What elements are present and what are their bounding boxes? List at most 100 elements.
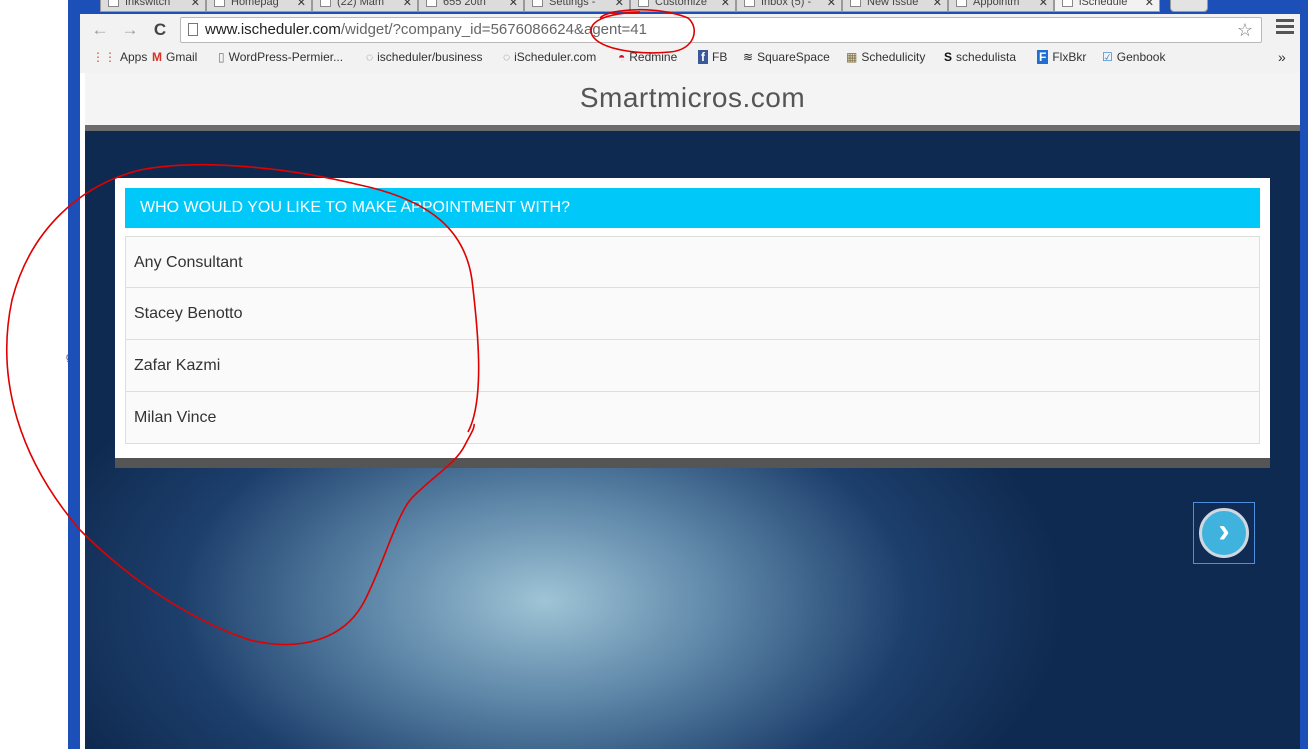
address-bar[interactable]: www.ischeduler.com/widget/?company_id=56… — [180, 17, 1262, 43]
bookmark-flxbkr[interactable]: F FlxBkr — [1037, 50, 1086, 64]
consultant-option[interactable]: Zafar Kazmi — [125, 340, 1260, 392]
tab-favicon-icon — [426, 0, 437, 7]
tab-close-icon[interactable]: ✕ — [403, 0, 412, 9]
browser-tab[interactable]: Homepag ✕ — [206, 0, 312, 12]
back-arrow-icon[interactable]: ← — [90, 20, 110, 40]
tab-close-icon[interactable]: ✕ — [933, 0, 942, 9]
bookmark-label: SquareSpace — [757, 50, 830, 64]
bookmark-label: Gmail — [166, 50, 198, 64]
bookmark-redmine[interactable]: ◓ Redmine — [618, 50, 677, 64]
tab-close-icon[interactable]: ✕ — [191, 0, 200, 9]
tab-title: Appointm — [973, 0, 1020, 8]
site-brand: Smartmicros.com — [579, 82, 806, 113]
tab-title: Inkswitch — [125, 0, 171, 8]
tab-favicon-icon — [850, 0, 861, 7]
tab-title: New Issue — [867, 0, 919, 8]
bookmark-gmail[interactable]: M Gmail — [152, 50, 197, 64]
tab-close-icon[interactable]: ✕ — [509, 0, 518, 9]
tab-strip: Inkswitch ✕ Homepag ✕ (22) Mam ✕ 655 20th ✕ … — [80, 0, 1300, 14]
chevron-right-icon: › — [1199, 508, 1249, 558]
bookmark-fb[interactable]: f FB — [698, 50, 727, 64]
widget-stage: WHO WOULD YOU LIKE TO MAKE APPOINTMENT W… — [85, 131, 1300, 749]
tab-title: Settings - — [549, 0, 596, 8]
bookmark-schedulicity[interactable]: ▦ Schedulicity — [846, 50, 925, 64]
bookmark-schedulista[interactable]: Sschedulista — [944, 50, 1016, 64]
tab-close-icon[interactable]: ✕ — [297, 0, 306, 9]
browser-tab[interactable]: New Issue ✕ — [842, 0, 948, 12]
browser-tab[interactable]: 655 20th ✕ — [418, 0, 524, 12]
bookmark-label: schedulista — [956, 50, 1017, 64]
tab-favicon-icon — [638, 0, 649, 7]
page-icon: ▯ — [218, 50, 225, 64]
tab-favicon-icon — [532, 0, 543, 7]
bookmark-label: FlxBkr — [1052, 50, 1087, 64]
desktop-background — [0, 0, 68, 749]
bookmark-ischeduler-business[interactable]: ◌ ischeduler/business — [366, 50, 483, 64]
tab-close-icon[interactable]: ✕ — [721, 0, 730, 9]
browser-chrome: Inkswitch ✕ Homepag ✕ (22) Mam ✕ 655 20th ✕ … — [80, 0, 1300, 73]
bookmark-label: Apps — [120, 50, 148, 64]
consultant-option[interactable]: Milan Vince — [125, 392, 1260, 444]
tab-favicon-icon — [1062, 0, 1073, 7]
bookmark-genbook[interactable]: ☑ Genbook — [1102, 50, 1165, 64]
gmail-icon: M — [152, 50, 162, 64]
tab-close-icon[interactable]: ✕ — [615, 0, 624, 9]
reload-icon[interactable]: C — [150, 20, 170, 40]
browser-tab[interactable]: Inkswitch ✕ — [100, 0, 206, 12]
bookmark-label: ischeduler/business — [377, 50, 483, 64]
browser-tab[interactable]: (22) Mam ✕ — [312, 0, 418, 12]
bookmark-label: iScheduler.com — [514, 50, 597, 64]
hamburger-menu-icon[interactable] — [1276, 19, 1294, 37]
ischeduler-icon: ◌ — [366, 50, 374, 64]
new-tab-button[interactable] — [1170, 0, 1208, 12]
redmine-icon: ◓ — [618, 50, 626, 64]
bookmark-star-icon[interactable]: ☆ — [1237, 20, 1253, 41]
ischeduler-icon: ◌ — [503, 50, 511, 64]
tab-close-icon[interactable]: ✕ — [1145, 0, 1154, 9]
tab-favicon-icon — [108, 0, 119, 7]
schedulicity-icon: ▦ — [846, 50, 858, 64]
browser-toolbar: ← → C www.ischeduler.com/widget/?company… — [80, 14, 1300, 46]
bookmark-label: Genbook — [1116, 50, 1166, 64]
picker-heading: WHO WOULD YOU LIKE TO MAKE APPOINTMENT W… — [125, 188, 1260, 228]
consultant-option[interactable]: Any Consultant — [125, 236, 1260, 288]
url-text[interactable]: www.ischeduler.com/widget/?company_id=56… — [205, 21, 647, 38]
tab-close-icon[interactable]: ✕ — [1039, 0, 1048, 9]
browser-tab[interactable]: Inbox (5) - ✕ — [736, 0, 842, 12]
tab-title: 655 20th — [443, 0, 486, 8]
page-viewport: Smartmicros.com WHO WOULD YOU LIKE TO MA… — [85, 73, 1300, 749]
bookmark-label: WordPress-Permier... — [228, 50, 344, 64]
browser-tab[interactable]: Settings - ✕ — [524, 0, 630, 12]
site-header: Smartmicros.com — [85, 73, 1300, 131]
browser-tab[interactable]: Customize ✕ — [630, 0, 736, 12]
bookmarks-overflow-icon[interactable]: » — [1278, 49, 1286, 65]
bookmark-label: Redmine — [629, 50, 678, 64]
tab-title: Inbox (5) - — [761, 0, 812, 8]
consultant-picker-card: WHO WOULD YOU LIKE TO MAKE APPOINTMENT W… — [115, 178, 1270, 468]
browser-tab[interactable]: Appointm ✕ — [948, 0, 1054, 12]
squarespace-icon: ≋ — [743, 50, 754, 64]
tab-favicon-icon — [320, 0, 331, 7]
url-host: www.ischeduler.com — [205, 21, 341, 38]
window-frame-right — [1300, 0, 1308, 749]
tab-title: iSchedule — [1079, 0, 1128, 8]
schedulista-icon: S — [944, 50, 953, 64]
browser-tab-active[interactable]: iSchedule ✕ — [1054, 0, 1160, 12]
genbook-icon: ☑ — [1102, 50, 1113, 64]
bookmark-apps[interactable]: ⋮⋮ Apps — [92, 50, 147, 64]
apps-grid-icon: ⋮⋮ — [92, 50, 116, 64]
tab-favicon-icon — [744, 0, 755, 7]
tab-close-icon[interactable]: ✕ — [827, 0, 836, 9]
bookmark-wordpress[interactable]: ▯ WordPress-Permier... — [218, 50, 343, 64]
tab-title: Customize — [655, 0, 707, 8]
window-frame-left — [68, 0, 80, 749]
bookmark-ischeduler[interactable]: ◌ iScheduler.com — [503, 50, 596, 64]
bookmark-squarespace[interactable]: ≋ SquareSpace — [743, 50, 830, 64]
bookmark-label: FB — [712, 50, 728, 64]
tab-favicon-icon — [956, 0, 967, 7]
flxbkr-icon: F — [1037, 50, 1049, 64]
forward-arrow-icon[interactable]: → — [120, 20, 140, 40]
tab-favicon-icon — [214, 0, 225, 7]
consultant-option[interactable]: Stacey Benotto — [125, 288, 1260, 340]
next-button[interactable]: › — [1193, 502, 1255, 564]
